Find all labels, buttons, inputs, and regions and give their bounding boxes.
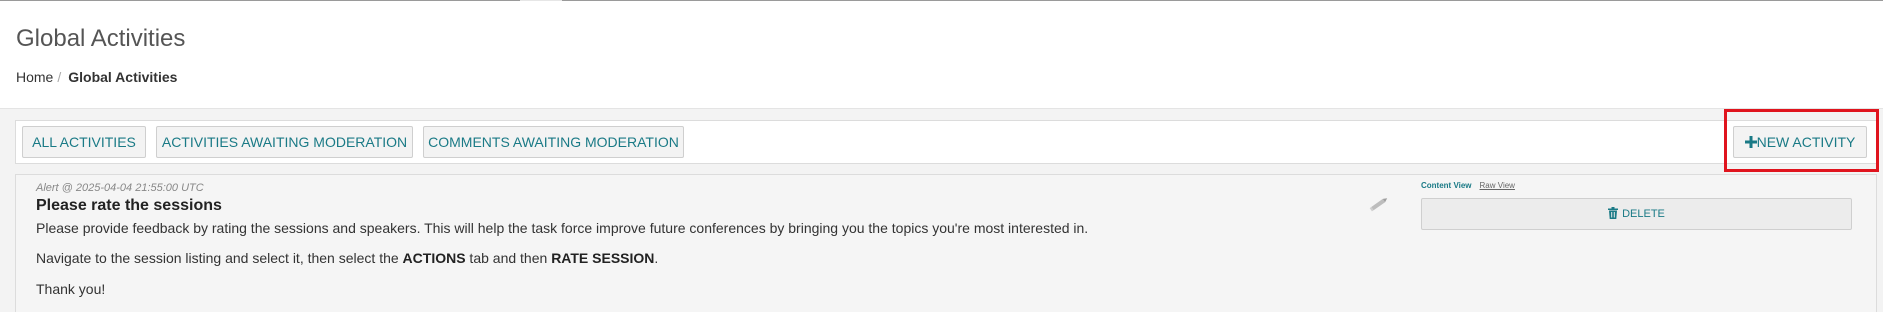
body-2-pre: Navigate to the session listing and sele… <box>36 250 403 266</box>
comments-awaiting-moderation-button[interactable]: COMMENTS AWAITING MODERATION <box>423 126 684 158</box>
highlight-box <box>1724 109 1879 172</box>
rate-session-keyword: RATE SESSION <box>551 250 655 266</box>
actions-keyword: ACTIONS <box>402 250 466 266</box>
activities-awaiting-moderation-button[interactable]: ACTIVITIES AWAITING MODERATION <box>156 126 413 158</box>
activity-body-paragraph-3: Thank you! <box>36 281 106 297</box>
page-header: Global Activities Home / Global Activities <box>0 1 1883 109</box>
delete-button[interactable]: DELETE <box>1421 198 1852 230</box>
activity-meta: Alert @ 2025-04-04 21:55:00 UTC <box>36 182 204 194</box>
activity-body-paragraph-2: Navigate to the session listing and sele… <box>36 250 658 266</box>
pencil-icon[interactable] <box>1368 195 1390 213</box>
raw-view-tab[interactable]: Raw View <box>1480 181 1515 190</box>
delete-label: DELETE <box>1622 208 1665 220</box>
body-2-post: . <box>654 250 659 266</box>
body-2-mid: tab and then <box>465 250 552 266</box>
breadcrumb-current: Global Activities <box>68 69 178 85</box>
breadcrumb-separator: / <box>57 69 62 85</box>
activity-title: Please rate the sessions <box>36 197 222 214</box>
trash-icon <box>1608 207 1619 219</box>
page-title: Global Activities <box>16 25 186 52</box>
content-view-tab[interactable]: Content View <box>1421 181 1472 190</box>
all-activities-button[interactable]: ALL ACTIVITIES <box>22 126 146 158</box>
breadcrumb-home-link[interactable]: Home <box>16 69 53 85</box>
view-tabs: Content View Raw View <box>1421 181 1515 190</box>
activity-toolbar: ALL ACTIVITIES ACTIVITIES AWAITING MODER… <box>15 120 1877 164</box>
activity-card: Alert @ 2025-04-04 21:55:00 UTC Please r… <box>15 174 1877 312</box>
activity-body-paragraph-1: Please provide feedback by rating the se… <box>36 220 1089 236</box>
breadcrumb: Home / Global Activities <box>16 69 177 85</box>
